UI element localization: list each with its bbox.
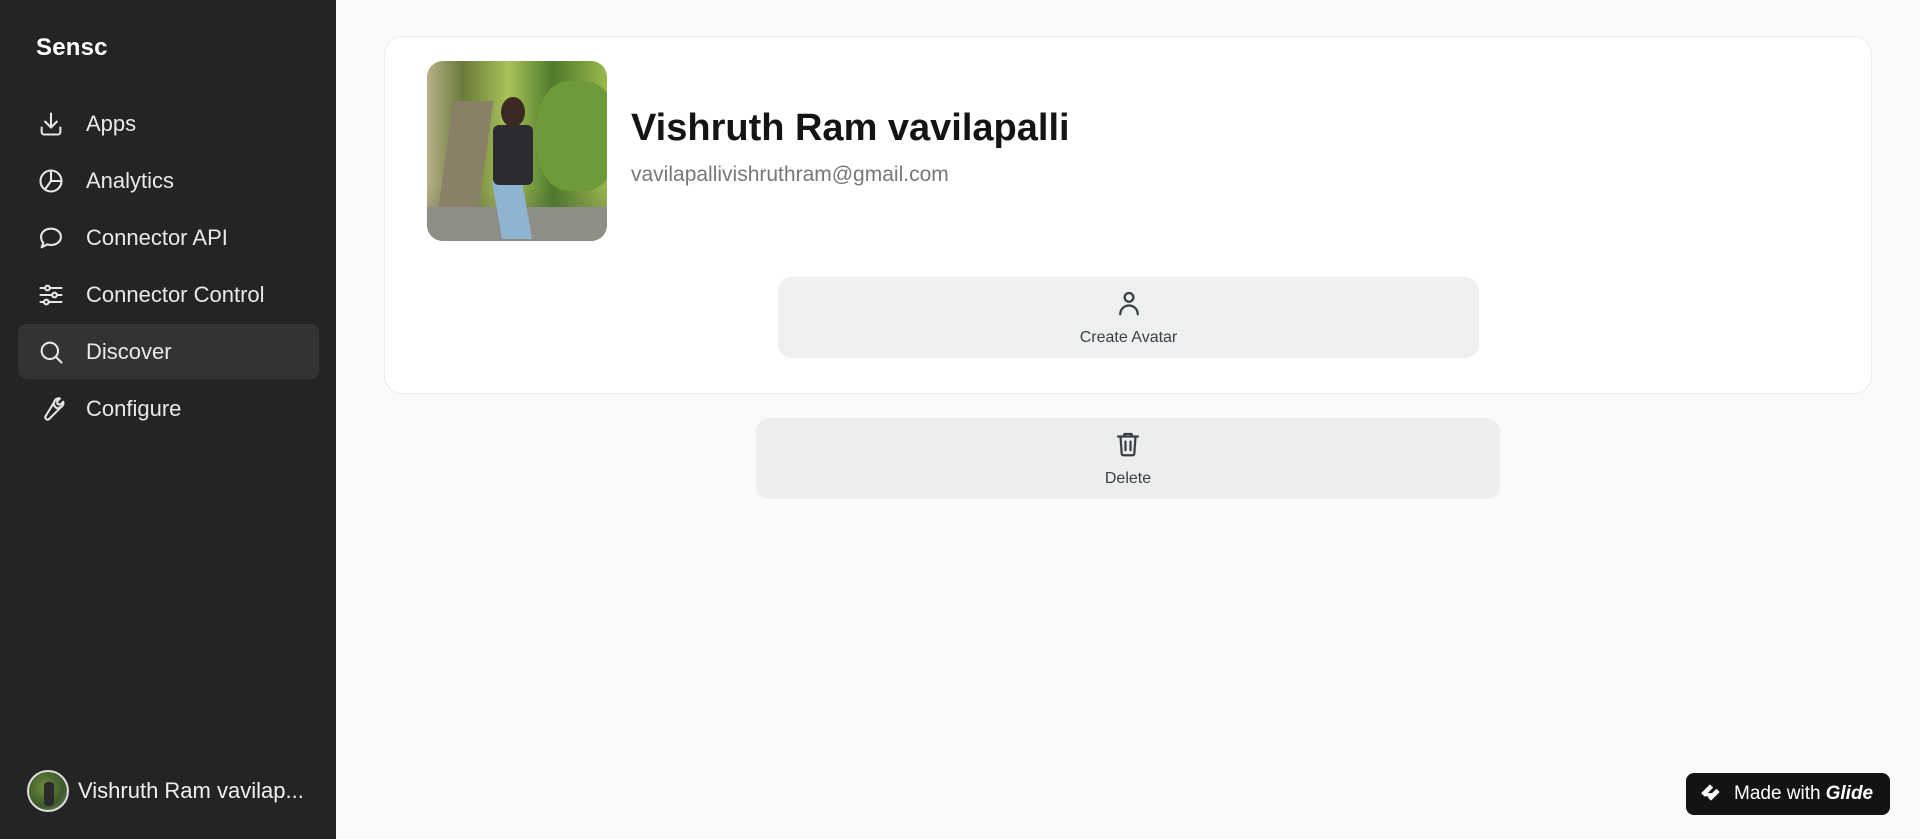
sidebar-item-discover[interactable]: Discover <box>18 324 319 379</box>
create-avatar-label: Create Avatar <box>1079 329 1178 346</box>
current-user[interactable]: Vishruth Ram vavilap... <box>27 769 317 813</box>
profile-email: vavilapallivishruthram@gmail.com <box>631 163 949 186</box>
pie-chart-icon <box>36 166 66 196</box>
profile-name: Vishruth Ram vavilapalli <box>631 107 1070 149</box>
download-icon <box>36 109 66 139</box>
sidebar-item-configure[interactable]: Configure <box>18 381 319 436</box>
sidebar-item-label: Discover <box>86 338 172 364</box>
delete-label: Delete <box>1104 470 1152 487</box>
made-with-text: Made with <box>1734 783 1821 804</box>
glide-brand-text: Glide <box>1825 783 1874 804</box>
sidebar-item-label: Analytics <box>86 167 175 193</box>
glide-logo-icon <box>1698 779 1724 810</box>
person-icon <box>1114 288 1144 323</box>
sidebar-item-label: Connector Control <box>86 281 265 307</box>
sidebar-item-connector-api[interactable]: Connector API <box>18 210 319 265</box>
sidebar-item-label: Connector API <box>86 224 228 250</box>
profile-photo <box>427 61 607 241</box>
create-avatar-button[interactable]: Create Avatar <box>778 277 1479 358</box>
made-with-glide-badge[interactable]: Made with Glide <box>1686 773 1890 815</box>
sliders-icon <box>36 280 66 310</box>
sidebar-item-connector-control[interactable]: Connector Control <box>18 267 319 322</box>
trash-icon <box>1113 429 1143 464</box>
delete-button[interactable]: Delete <box>756 418 1500 499</box>
search-icon <box>36 337 66 367</box>
sidebar-item-apps[interactable]: Apps <box>18 96 319 151</box>
sidebar: Sensc Apps Analytics Connector API Conne… <box>0 0 336 839</box>
sidebar-item-analytics[interactable]: Analytics <box>18 153 319 208</box>
sidebar-item-label: Configure <box>86 395 182 421</box>
chat-bubble-icon <box>36 223 66 253</box>
profile-card: Vishruth Ram vavilapalli vavilapallivish… <box>384 36 1872 394</box>
sidebar-item-label: Apps <box>86 110 137 136</box>
app-brand[interactable]: Sensc <box>36 34 108 62</box>
wrench-icon <box>36 394 66 424</box>
avatar <box>27 770 69 812</box>
user-name: Vishruth Ram vavilap... <box>78 778 304 803</box>
sidebar-nav: Apps Analytics Connector API Connector C… <box>18 96 319 438</box>
